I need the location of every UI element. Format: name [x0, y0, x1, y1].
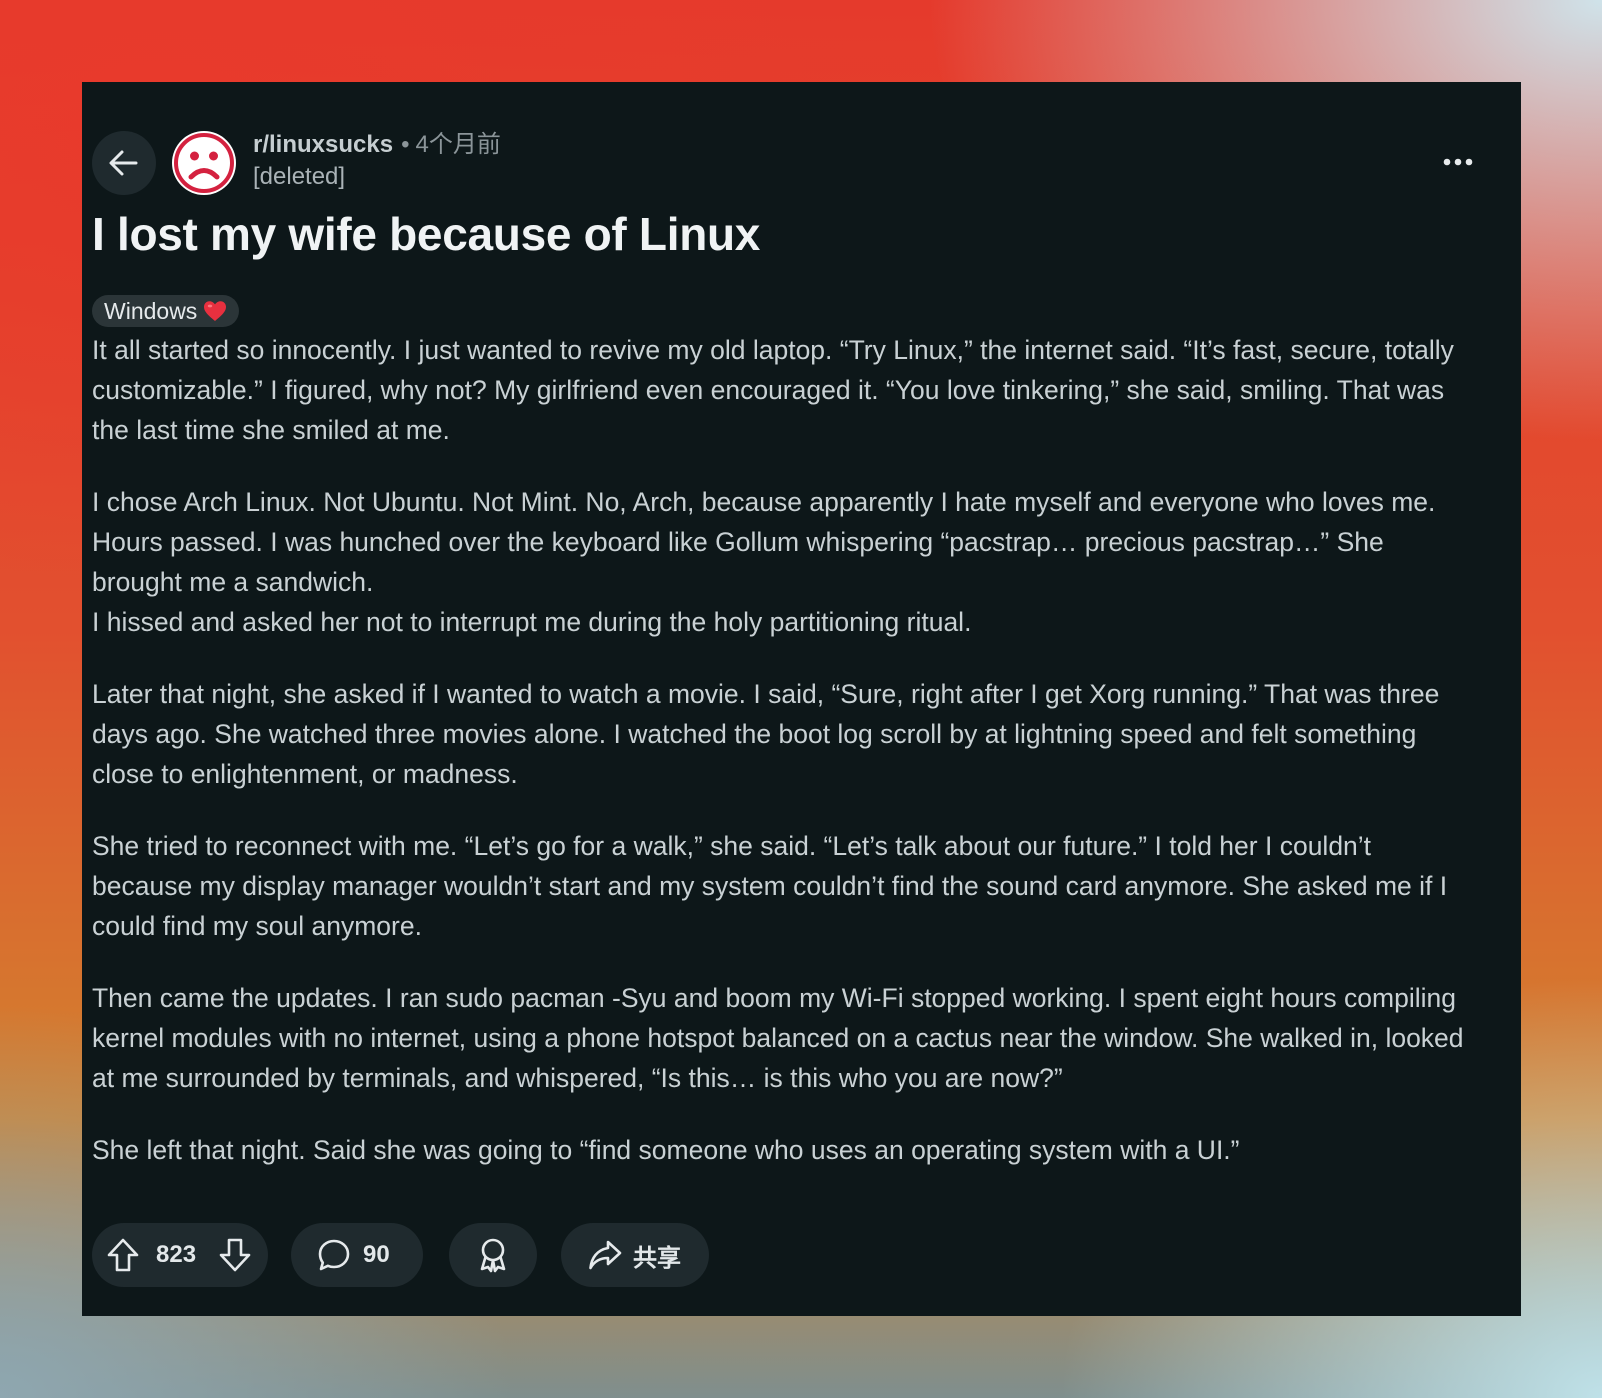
meta-separator: • [401, 131, 410, 158]
comments-button[interactable]: 90 [291, 1223, 423, 1287]
body-paragraph: Later that night, she asked if I wanted … [92, 679, 1440, 789]
post-time: 4个月前 [415, 131, 501, 158]
body-paragraph: It all started so innocently. I just wan… [92, 335, 1454, 445]
body-paragraph: I chose Arch Linux. Not Ubuntu. Not Mint… [92, 487, 1436, 597]
post-meta: r/linuxsucks • 4个月前 [deleted] [253, 129, 501, 193]
comment-bubble-icon [317, 1238, 351, 1272]
body-paragraph: Then came the updates. I ran sudo pacman… [92, 983, 1464, 1093]
body-paragraph: I hissed and asked her not to interrupt … [92, 607, 972, 637]
post-author: [deleted] [253, 163, 346, 190]
post-card: r/linuxsucks • 4个月前 [deleted] I lost my wi… [82, 82, 1521, 1316]
back-button[interactable] [92, 131, 156, 195]
share-button[interactable]: 共享 [561, 1223, 709, 1287]
post-title: I lost my wife because of Linux [92, 208, 761, 260]
share-arrow-icon [587, 1238, 623, 1272]
sad-face-icon [172, 131, 236, 195]
subreddit-link[interactable]: r/linuxsucks [253, 131, 393, 158]
award-button[interactable] [449, 1223, 537, 1287]
post-body: It all started so innocently. I just wan… [92, 330, 1472, 1202]
downvote-arrow-icon[interactable] [218, 1237, 252, 1273]
upvote-arrow-icon[interactable] [106, 1237, 140, 1273]
vote-count: 823 [156, 1241, 197, 1268]
more-options-button[interactable] [1440, 146, 1476, 178]
flair-text: Windows [104, 298, 198, 324]
post-flair[interactable]: Windows [92, 295, 240, 327]
subreddit-avatar[interactable] [172, 131, 236, 195]
body-paragraph: She tried to reconnect with me. “Let’s g… [92, 831, 1448, 941]
share-label: 共享 [633, 1244, 681, 1272]
vote-control: 823 [92, 1223, 268, 1287]
arrow-left-icon [107, 146, 141, 180]
award-icon [476, 1237, 510, 1273]
comment-count: 90 [363, 1241, 390, 1268]
body-paragraph: She left that night. Said she was going … [92, 1135, 1240, 1165]
heart-icon [203, 300, 227, 322]
more-horizontal-icon [1443, 158, 1473, 166]
